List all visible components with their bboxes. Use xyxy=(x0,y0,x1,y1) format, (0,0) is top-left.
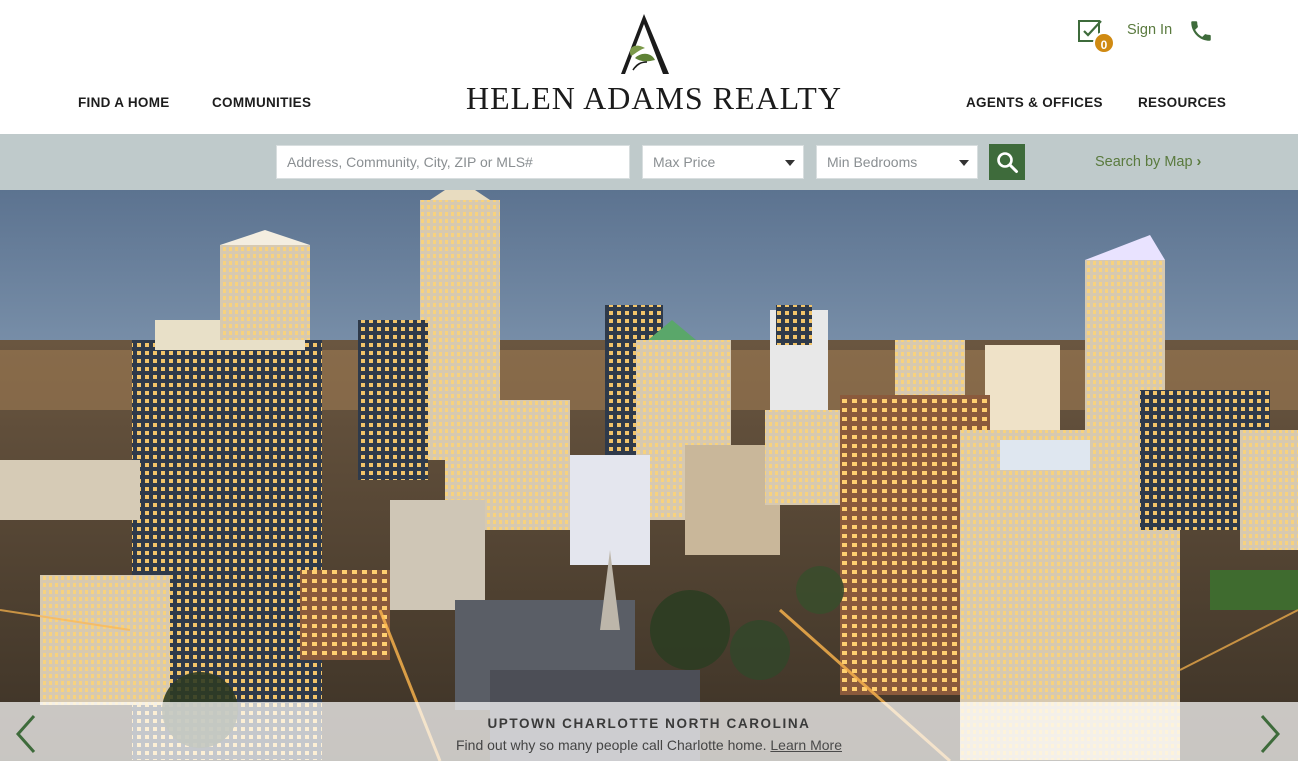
chevron-left-icon[interactable] xyxy=(14,714,38,754)
hero-image xyxy=(0,190,1298,761)
city-skyline-image xyxy=(0,190,1298,761)
search-icon xyxy=(997,152,1018,173)
chevron-right-icon: › xyxy=(1196,154,1202,170)
hero-title: UPTOWN CHARLOTTE NORTH CAROLINA xyxy=(487,716,811,731)
hero-subtitle: Find out why so many people call Charlot… xyxy=(456,737,767,753)
saved-count-badge: 0 xyxy=(1093,32,1115,54)
min-bedrooms-select[interactable]: Min Bedrooms xyxy=(816,145,978,179)
hero-caption: UPTOWN CHARLOTTE NORTH CAROLINA Find out… xyxy=(0,702,1298,761)
search-by-map-link[interactable]: Search by Map › xyxy=(1095,154,1201,170)
search-bar: Max Price Min Bedrooms Search by Map› xyxy=(0,134,1298,190)
nav-resources[interactable]: RESOURCES xyxy=(1138,95,1226,110)
caret-down-icon xyxy=(959,160,969,166)
learn-more-link[interactable]: Learn More xyxy=(770,737,842,753)
site-header: FIND A HOME COMMUNITIES HELEN ADAMS REAL… xyxy=(0,0,1298,134)
nav-communities[interactable]: COMMUNITIES xyxy=(212,95,311,110)
min-bedrooms-label: Min Bedrooms xyxy=(827,154,918,170)
logo-mark-icon xyxy=(621,14,669,74)
max-price-label: Max Price xyxy=(653,154,716,170)
sign-in-link[interactable]: Sign In xyxy=(1127,22,1172,38)
brand-logo[interactable]: HELEN ADAMS REALTY xyxy=(466,10,842,120)
chevron-right-icon[interactable] xyxy=(1258,714,1282,754)
nav-agents-offices[interactable]: AGENTS & OFFICES xyxy=(966,95,1103,110)
caret-down-icon xyxy=(785,160,795,166)
max-price-select[interactable]: Max Price xyxy=(642,145,804,179)
search-button[interactable] xyxy=(989,144,1025,180)
brand-name: HELEN ADAMS REALTY xyxy=(466,80,842,116)
nav-find-a-home[interactable]: FIND A HOME xyxy=(78,95,170,110)
hero-subtitle-line: Find out why so many people call Charlot… xyxy=(0,737,1298,753)
location-search-input[interactable] xyxy=(276,145,630,179)
phone-icon[interactable] xyxy=(1188,18,1214,44)
search-by-map-label: Search by Map xyxy=(1095,154,1193,170)
